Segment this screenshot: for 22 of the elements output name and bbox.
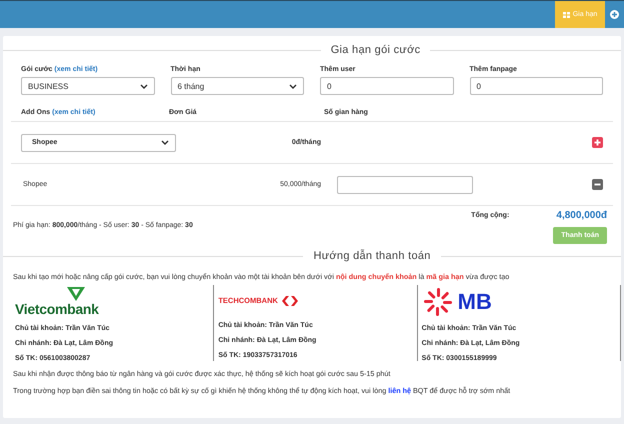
remove-button[interactable]: [592, 179, 603, 190]
input-field[interactable]: 0: [320, 77, 454, 95]
bank-logo-text: Vietcombank: [15, 301, 99, 317]
plus-icon: [594, 139, 601, 146]
minus-icon: [594, 181, 601, 188]
plus-circle-icon: [610, 10, 619, 19]
chevron-down-icon: [161, 140, 169, 145]
total-value: 4,800,000đ: [556, 210, 607, 221]
add-button[interactable]: [592, 137, 603, 148]
bank-logo-text: MB: [458, 289, 492, 315]
input-field[interactable]: 0: [470, 77, 603, 95]
grid-icon: [562, 12, 570, 18]
chevron-down-icon: [140, 84, 148, 88]
star-logo-icon: [422, 287, 454, 317]
store-count-field[interactable]: [337, 176, 473, 194]
chevron-down-icon: [289, 84, 297, 88]
bank-logo-icon: [282, 296, 298, 306]
bank-logo-icon: [65, 287, 87, 301]
select-field[interactable]: BUSINESS: [21, 77, 154, 95]
section-title: Hướng dẫn thanh toán: [313, 250, 431, 262]
select-field[interactable]: 6 tháng: [170, 77, 304, 95]
section-title: Gia hạn gói cước: [330, 44, 420, 56]
